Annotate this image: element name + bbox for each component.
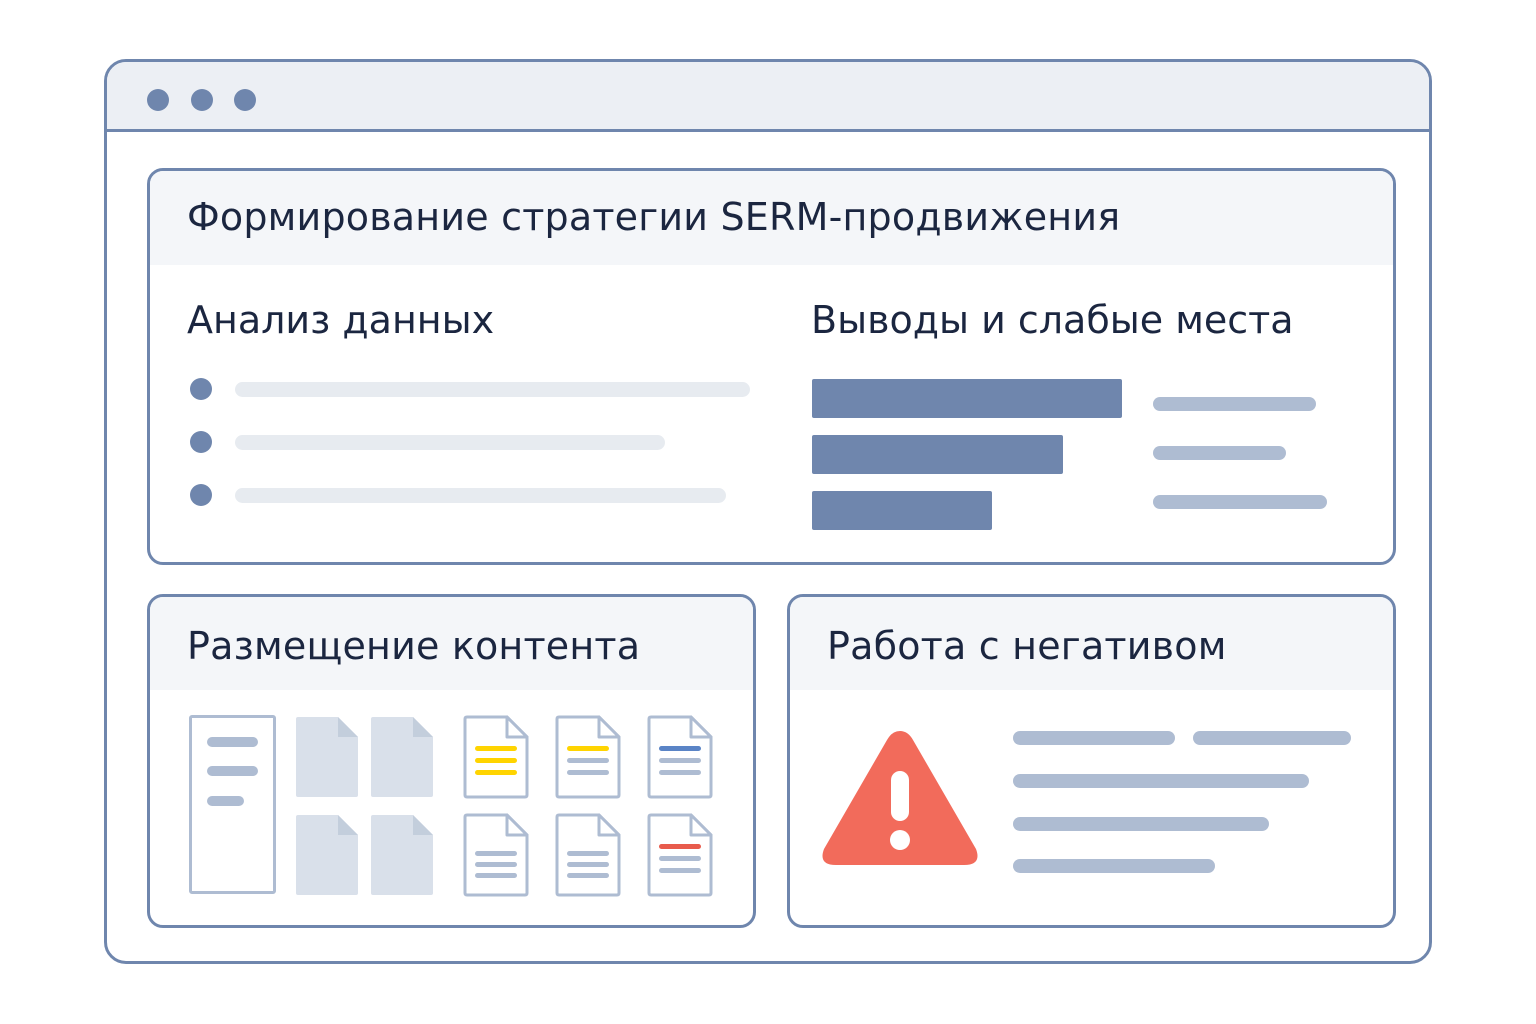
negative-card: Работа с негативом bbox=[787, 594, 1396, 928]
blue-line-file-icon[interactable] bbox=[647, 715, 713, 799]
text-file-icon[interactable] bbox=[463, 813, 529, 897]
placeholder-line bbox=[1013, 731, 1175, 745]
browser-window: Формирование стратегии SERM-продвижения … bbox=[104, 59, 1432, 964]
bullet-point bbox=[190, 378, 212, 400]
placeholder-line bbox=[207, 766, 258, 776]
placeholder-line bbox=[235, 488, 726, 503]
window-control-dot[interactable] bbox=[234, 89, 256, 111]
window-titlebar bbox=[107, 62, 1429, 132]
placeholder-line bbox=[1153, 446, 1286, 460]
bullet-point bbox=[190, 431, 212, 453]
placeholder-line bbox=[235, 435, 665, 450]
window-control-dot[interactable] bbox=[147, 89, 169, 111]
placeholder-line bbox=[1153, 495, 1327, 509]
negative-card-title: Работа с негативом bbox=[827, 624, 1227, 668]
yellow-highlight-file-icon[interactable] bbox=[463, 715, 529, 799]
placeholder-line bbox=[1013, 817, 1269, 831]
blank-file-icon[interactable] bbox=[294, 715, 360, 799]
blank-file-icon[interactable] bbox=[294, 813, 360, 897]
bullet-point bbox=[190, 484, 212, 506]
placeholder-line bbox=[1013, 774, 1309, 788]
warning-icon bbox=[818, 725, 982, 871]
findings-bar bbox=[812, 491, 992, 530]
red-line-file-icon[interactable] bbox=[647, 813, 713, 897]
placeholder-line bbox=[1013, 859, 1215, 873]
content-card: Размещение контента bbox=[147, 594, 756, 928]
content-card-header: Размещение контента bbox=[150, 597, 753, 690]
placeholder-line bbox=[207, 737, 258, 747]
placeholder-line bbox=[1153, 397, 1316, 411]
strategy-card-header: Формирование стратегии SERM-продвижения bbox=[150, 171, 1393, 265]
document-panel[interactable] bbox=[189, 715, 276, 894]
window-control-dot[interactable] bbox=[191, 89, 213, 111]
findings-heading: Выводы и слабые места bbox=[811, 298, 1294, 342]
negative-card-header: Работа с негативом bbox=[790, 597, 1393, 690]
findings-bar bbox=[812, 435, 1063, 474]
findings-bar bbox=[812, 379, 1122, 418]
blank-file-icon[interactable] bbox=[369, 813, 435, 897]
blank-file-icon[interactable] bbox=[369, 715, 435, 799]
placeholder-line bbox=[207, 796, 244, 806]
strategy-card-title: Формирование стратегии SERM-продвижения bbox=[187, 195, 1121, 239]
placeholder-line bbox=[1193, 731, 1351, 745]
strategy-card: Формирование стратегии SERM-продвижения … bbox=[147, 168, 1396, 565]
yellow-line-file-icon[interactable] bbox=[555, 715, 621, 799]
content-card-title: Размещение контента bbox=[187, 624, 641, 668]
placeholder-line bbox=[235, 382, 750, 397]
text-file-icon[interactable] bbox=[555, 813, 621, 897]
analysis-heading: Анализ данных bbox=[187, 298, 495, 342]
